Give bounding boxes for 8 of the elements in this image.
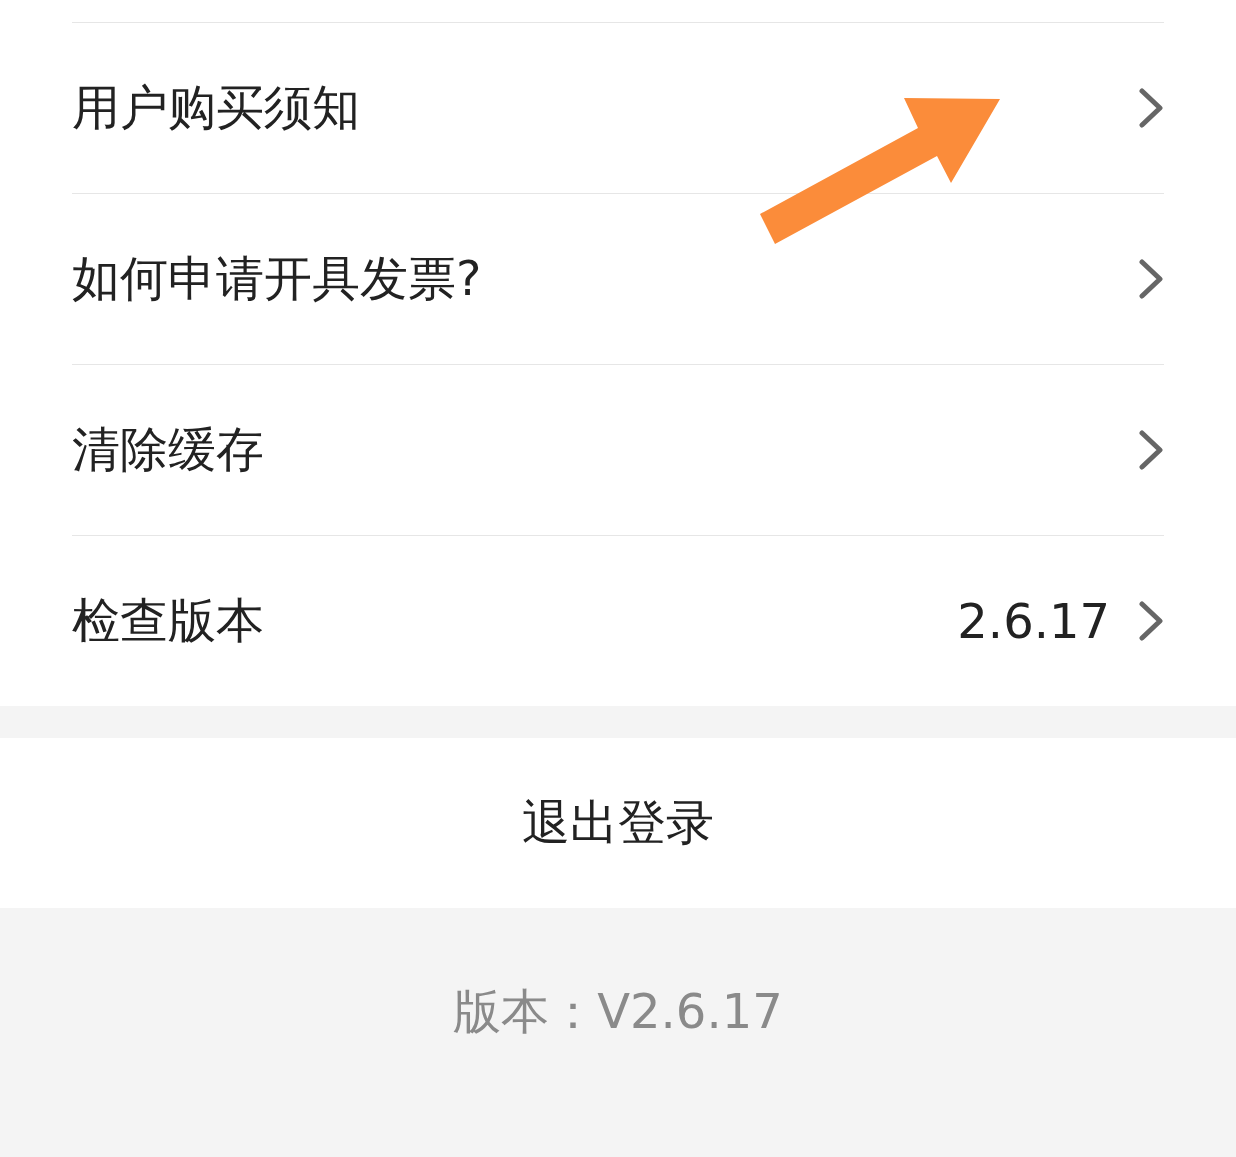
- row-label: 清除缓存: [72, 420, 265, 479]
- version-value: 2.6.17: [957, 593, 1110, 649]
- row-label: 如何申请开具发票?: [72, 249, 483, 308]
- settings-row[interactable]: 清除缓存: [72, 364, 1164, 535]
- logout-button[interactable]: 退出登录: [0, 738, 1236, 908]
- version-text: 版本：V2.6.17: [453, 982, 783, 1041]
- row-label: 检查版本: [72, 591, 265, 650]
- row-label: 用户购买须知: [72, 78, 361, 137]
